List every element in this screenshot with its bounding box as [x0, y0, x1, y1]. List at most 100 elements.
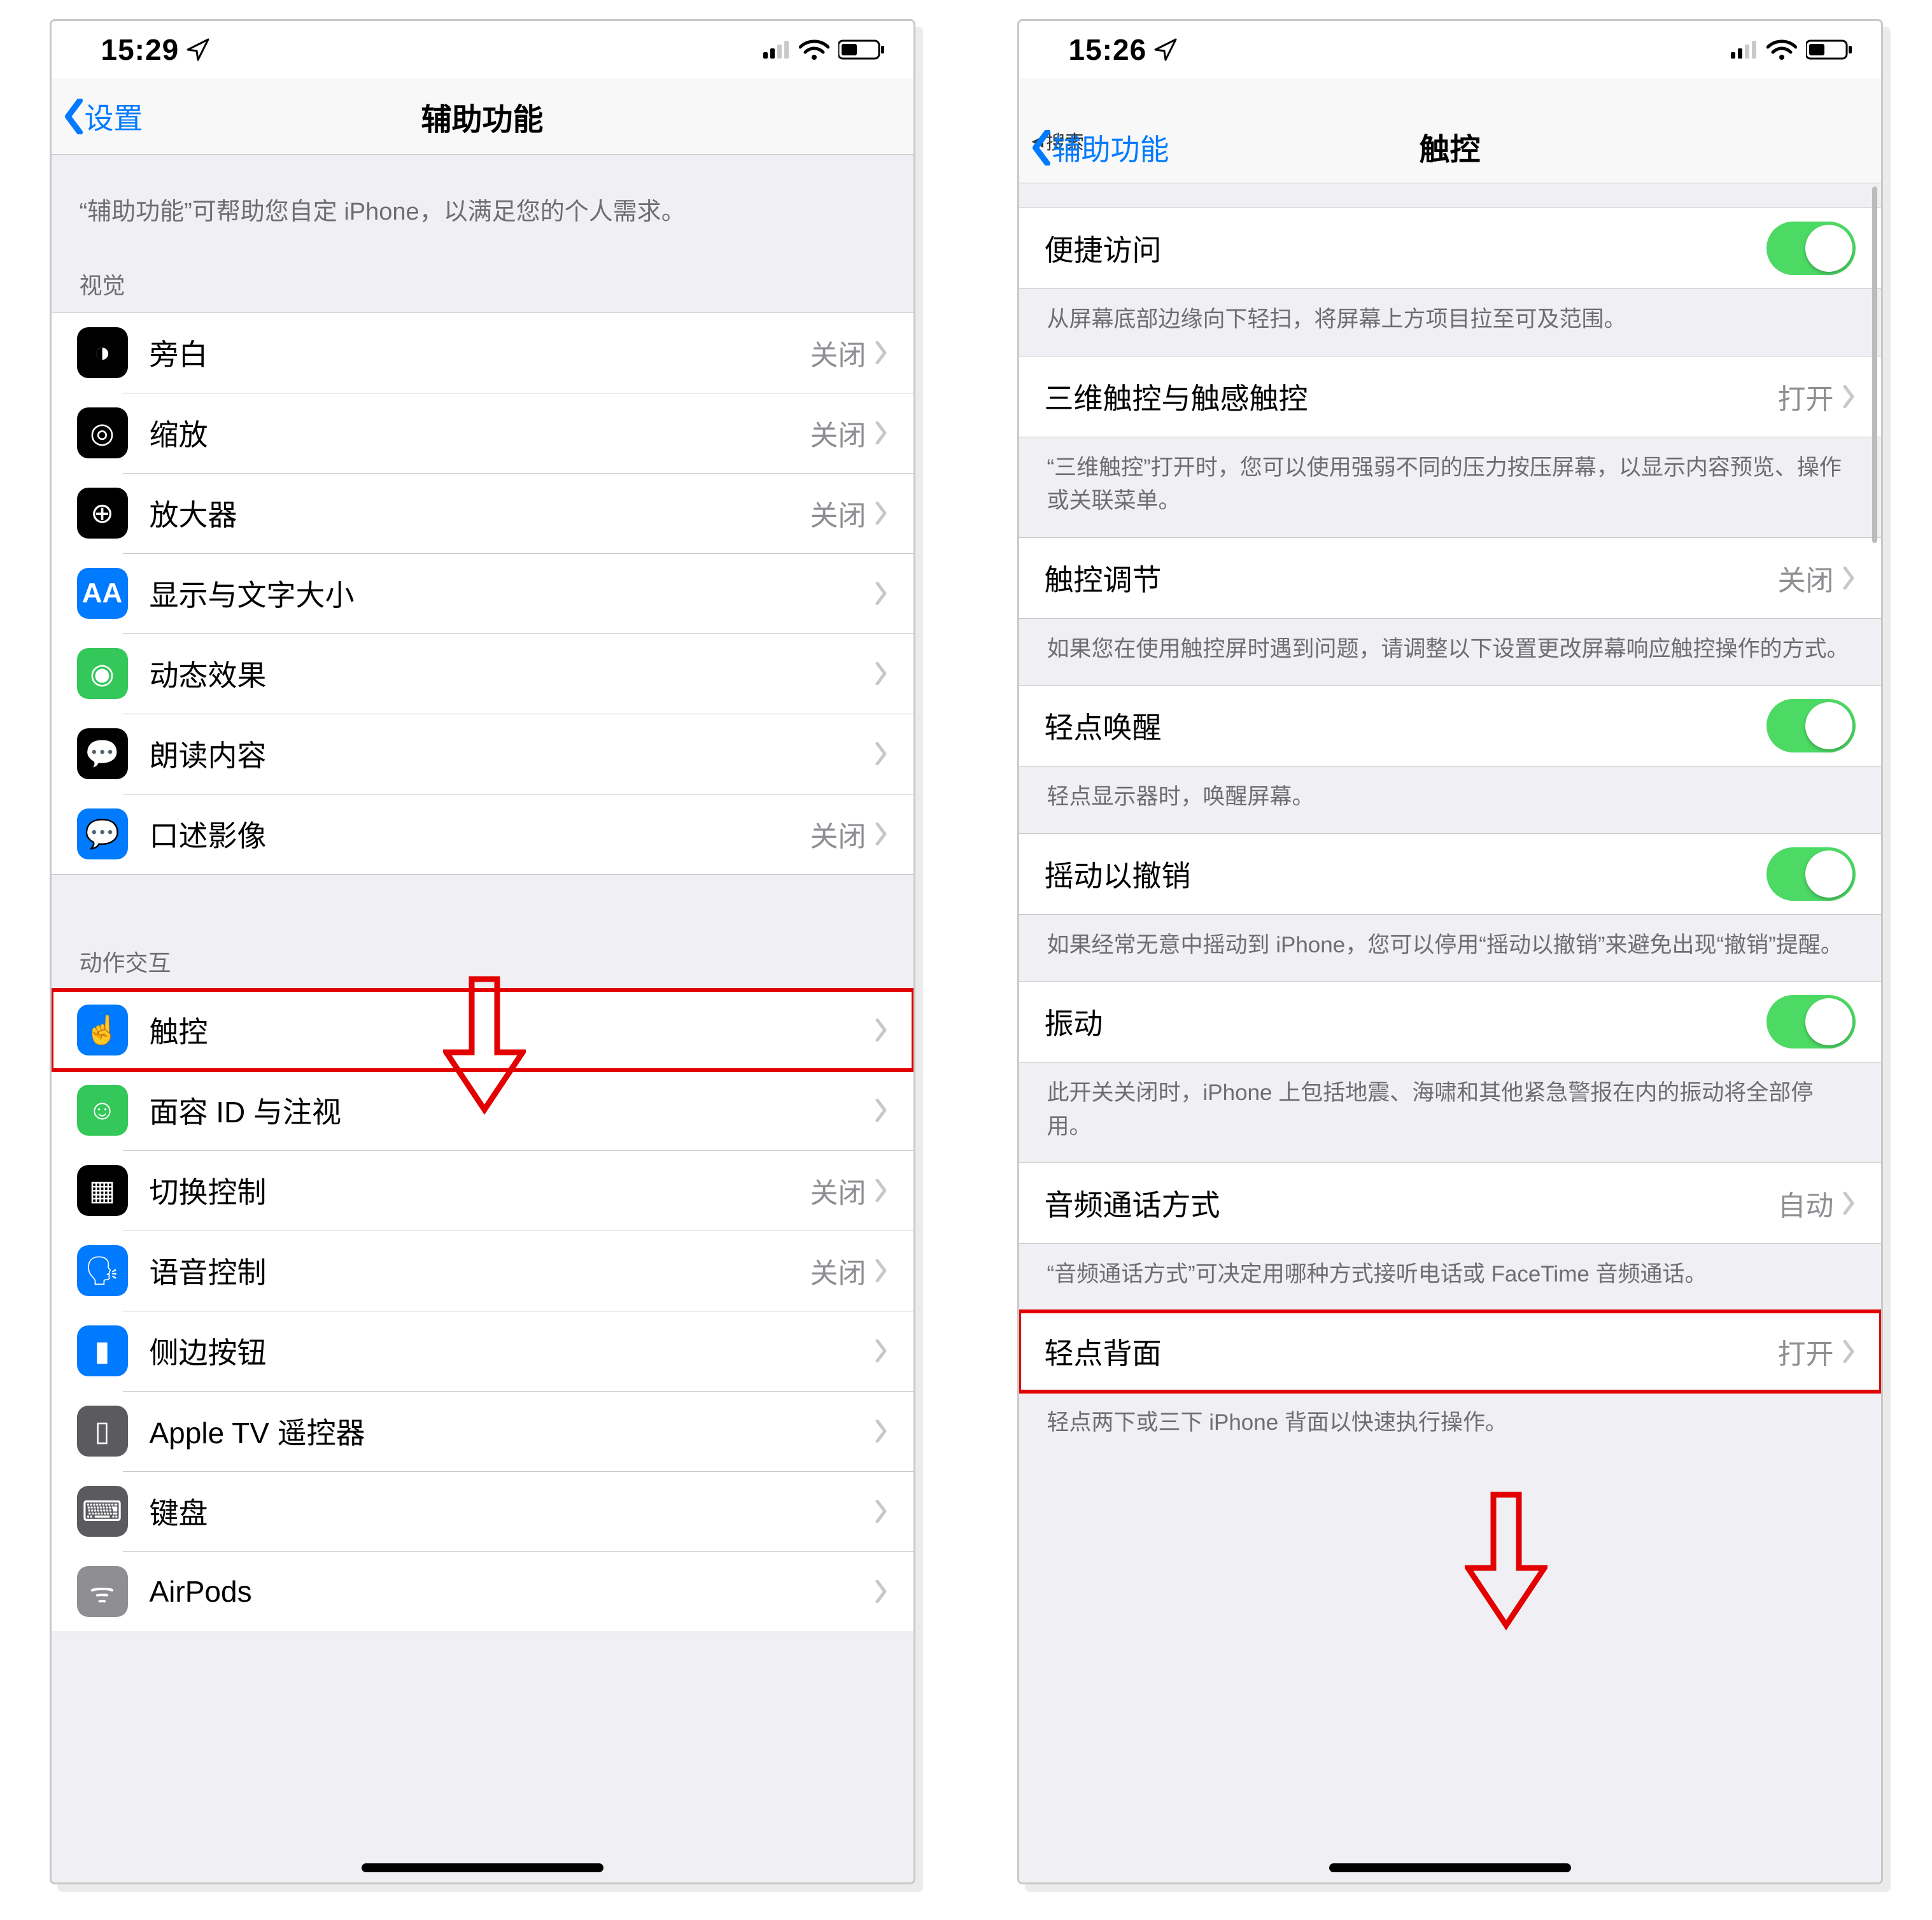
screenshot-touch: 15:26 ◀搜索 辅助功能 触控 便捷访问 从屏幕底部边缘向下轻扫，将屏幕上方…	[1017, 19, 1883, 1884]
row-value: 打开	[1778, 376, 1834, 417]
footer-vibration: 此开关关闭时，iPhone 上包括地震、海啸和其他紧急警报在内的振动将全部停用。	[1019, 1062, 1881, 1162]
status-time: 15:26	[1069, 32, 1147, 67]
group-backtap: 轻点背面 打开	[1019, 1311, 1881, 1392]
zoom-icon: ◎	[77, 407, 128, 458]
row-tap-to-wake[interactable]: 轻点唤醒	[1019, 686, 1881, 766]
chevron-right-icon	[1842, 567, 1856, 589]
row-spoken-content[interactable]: 💬 朗读内容	[52, 714, 913, 794]
status-bar: 15:29	[52, 21, 913, 78]
list-motor: ☝ 触控 ☺ 面容 ID 与注视 ▦ 切换控制 关闭 🗣 语音控制 关闭	[52, 989, 913, 1632]
row-label: 键盘	[150, 1490, 874, 1532]
row-label: 显示与文字大小	[150, 572, 874, 614]
footer-tapwake: 轻点显示器时，唤醒屏幕。	[1019, 766, 1881, 833]
voiceover-icon: ◑	[77, 327, 128, 378]
row-switch-control[interactable]: ▦ 切换控制 关闭	[52, 1150, 913, 1231]
row-label: 切换控制	[150, 1169, 810, 1211]
row-label: 旁白	[150, 332, 810, 374]
row-motion[interactable]: ◉ 动态效果	[52, 633, 913, 714]
row-label: 轻点背面	[1045, 1331, 1778, 1373]
row-label: 放大器	[150, 492, 810, 534]
row-display-text[interactable]: AA 显示与文字大小	[52, 553, 913, 633]
row-airpods[interactable]: ᯤ AirPods	[52, 1551, 913, 1632]
switch-control-icon: ▦	[77, 1165, 128, 1216]
footer-shake: 如果经常无意中摇动到 iPhone，您可以停用“摇动以撤销”来避免出现“撤销”提…	[1019, 915, 1881, 982]
row-touch-accommodations[interactable]: 触控调节 关闭	[1019, 538, 1881, 618]
audio-descriptions-icon: 💬	[77, 808, 128, 859]
row-label: 轻点唤醒	[1045, 705, 1766, 747]
row-label: 音频通话方式	[1045, 1182, 1778, 1224]
group-3dtouch: 三维触控与触感触控 打开	[1019, 356, 1881, 437]
row-label: 三维触控与触感触控	[1045, 376, 1778, 418]
toggle-on[interactable]	[1766, 847, 1856, 901]
toggle-on[interactable]	[1766, 222, 1856, 275]
group-header-motor: 动作交互	[52, 875, 913, 989]
chevron-right-icon	[1842, 385, 1856, 408]
row-faceid[interactable]: ☺ 面容 ID 与注视	[52, 1070, 913, 1150]
row-value: 关闭	[810, 493, 866, 533]
group-reachability: 便捷访问	[1019, 208, 1881, 289]
group-accommodations: 触控调节 关闭	[1019, 537, 1881, 619]
row-voice-control[interactable]: 🗣 语音控制 关闭	[52, 1231, 913, 1311]
footer-3dtouch: “三维触控”打开时，您可以使用强弱不同的压力按压屏幕，以显示内容预览、操作或关联…	[1019, 437, 1881, 537]
group-shake: 摇动以撤销	[1019, 833, 1881, 915]
footer-callaudio: “音频通话方式”可决定用哪种方式接听电话或 FaceTime 音频通话。	[1019, 1244, 1881, 1311]
row-label: 语音控制	[150, 1250, 810, 1292]
row-label: 触控调节	[1045, 557, 1778, 599]
row-back-tap[interactable]: 轻点背面 打开	[1019, 1311, 1881, 1392]
chevron-right-icon	[874, 502, 888, 525]
nav-bar: 设置 辅助功能	[52, 78, 913, 155]
row-keyboard[interactable]: ⌨ 键盘	[52, 1471, 913, 1551]
chevron-right-icon	[874, 1580, 888, 1603]
row-label: 摇动以撤销	[1045, 853, 1766, 895]
footer-reachability: 从屏幕底部边缘向下轻扫，将屏幕上方项目拉至可及范围。	[1019, 289, 1881, 356]
row-appletv-remote[interactable]: ▯ Apple TV 遥控器	[52, 1391, 913, 1471]
chevron-right-icon	[1842, 1192, 1856, 1215]
display-text-icon: AA	[77, 568, 128, 619]
row-value: 自动	[1778, 1183, 1834, 1224]
row-label: 触控	[150, 1009, 874, 1051]
row-touch[interactable]: ☝ 触控	[52, 990, 913, 1070]
back-button[interactable]: 辅助功能	[1031, 127, 1169, 169]
row-magnifier[interactable]: ⊕ 放大器 关闭	[52, 473, 913, 553]
list-vision: ◑ 旁白 关闭 ◎ 缩放 关闭 ⊕ 放大器 关闭 AA 显示与文字大小	[52, 312, 913, 875]
chevron-right-icon	[1842, 1340, 1856, 1363]
row-call-audio[interactable]: 音频通话方式 自动	[1019, 1163, 1881, 1243]
faceid-icon: ☺	[77, 1085, 128, 1136]
intro-text: “辅助功能”可帮助您自定 iPhone，以满足您的个人需求。	[52, 155, 913, 248]
toggle-on[interactable]	[1766, 995, 1856, 1048]
row-shake-undo[interactable]: 摇动以撤销	[1019, 834, 1881, 914]
location-icon	[1153, 37, 1178, 62]
row-vibration[interactable]: 振动	[1019, 982, 1881, 1062]
battery-icon	[838, 39, 885, 60]
chevron-right-icon	[874, 582, 888, 605]
row-side-button[interactable]: ▮ 侧边按钮	[52, 1311, 913, 1391]
row-voiceover[interactable]: ◑ 旁白 关闭	[52, 313, 913, 393]
battery-icon	[1806, 39, 1853, 60]
motion-icon: ◉	[77, 648, 128, 699]
row-audio-descriptions[interactable]: 💬 口述影像 关闭	[52, 794, 913, 874]
toggle-on[interactable]	[1766, 699, 1856, 752]
footer-accommodations: 如果您在使用触控屏时遇到问题，请调整以下设置更改屏幕响应触控操作的方式。	[1019, 619, 1881, 686]
row-label: 振动	[1045, 1001, 1766, 1043]
home-indicator	[1329, 1863, 1571, 1872]
row-label: 侧边按钮	[150, 1330, 874, 1372]
group-header-vision: 视觉	[52, 248, 913, 312]
row-3d-touch[interactable]: 三维触控与触感触控 打开	[1019, 356, 1881, 437]
row-value: 关闭	[810, 1250, 866, 1291]
group-tapwake: 轻点唤醒	[1019, 685, 1881, 766]
status-bar: 15:26	[1019, 21, 1881, 78]
back-button[interactable]: 设置	[63, 95, 143, 138]
row-reachability[interactable]: 便捷访问	[1019, 208, 1881, 288]
row-label: 朗读内容	[150, 733, 874, 775]
chevron-right-icon	[874, 1259, 888, 1282]
appletv-remote-icon: ▯	[77, 1406, 128, 1457]
back-label: 设置	[85, 95, 143, 138]
row-zoom[interactable]: ◎ 缩放 关闭	[52, 393, 913, 473]
chevron-right-icon	[874, 1179, 888, 1202]
wifi-icon	[1766, 39, 1797, 60]
chevron-right-icon	[874, 341, 888, 364]
touch-icon: ☝	[77, 1005, 128, 1055]
signal-icon	[1731, 41, 1758, 59]
chevron-right-icon	[874, 742, 888, 765]
back-label: 辅助功能	[1052, 127, 1169, 169]
